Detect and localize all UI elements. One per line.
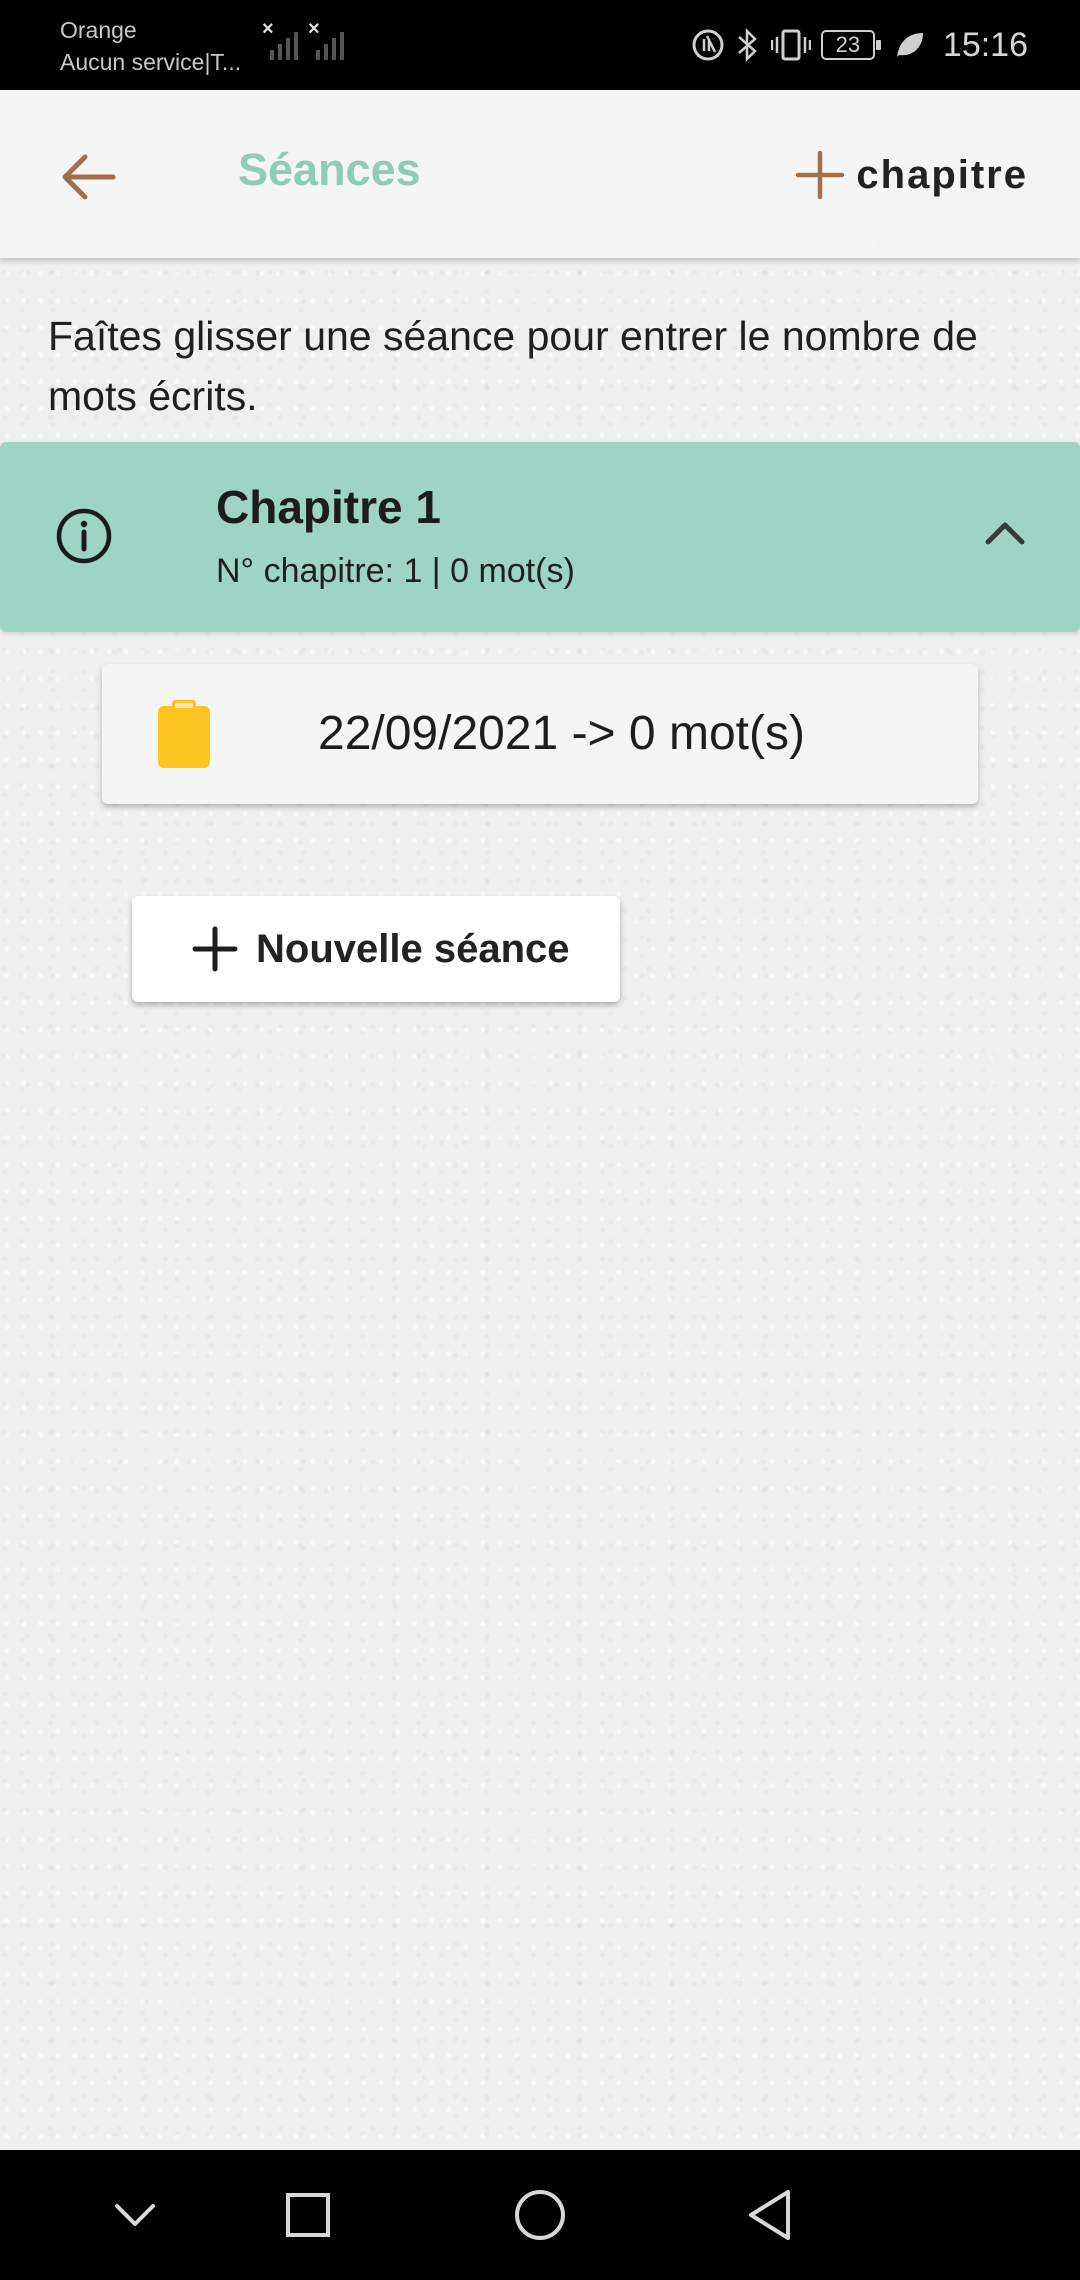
leaf-icon <box>896 33 923 57</box>
status-bar: Orange Aucun service|T... × × 23 15:16 <box>0 0 1080 90</box>
carrier-name: Orange <box>60 17 137 43</box>
new-session-button[interactable]: Nouvelle séance <box>132 896 620 1002</box>
session-card[interactable]: 22/09/2021 -> 0 mot(s) <box>102 664 978 804</box>
battery-icon: 23 <box>820 30 881 60</box>
chapter-title: Chapitre 1 <box>216 481 441 533</box>
clock: 15:16 <box>942 25 1028 64</box>
chevron-down-icon <box>115 2204 155 2226</box>
status-icons: 23 15:16 <box>691 22 1028 68</box>
chapter-meta: N° chapitre: 1 | 0 mot(s) <box>216 552 575 590</box>
page-title: Séances <box>238 144 421 195</box>
system-nav-bar <box>0 2150 1080 2280</box>
square-icon <box>286 2193 330 2237</box>
plus-icon <box>192 926 238 972</box>
back-button[interactable] <box>48 142 128 212</box>
app-content: Séances chapitre Faîtes glisser une séan… <box>0 90 1080 2150</box>
bluetooth-icon <box>738 27 757 63</box>
new-session-label: Nouvelle séance <box>256 926 570 971</box>
nav-home-button[interactable] <box>480 2150 600 2280</box>
nav-hide-button[interactable] <box>75 2150 195 2280</box>
vibrate-icon <box>770 29 811 61</box>
carrier-info: Orange Aucun service|T... <box>60 14 241 78</box>
top-app-bar: Séances chapitre <box>0 90 1080 258</box>
add-chapter-label: chapitre <box>856 152 1028 197</box>
screen: Orange Aucun service|T... × × 23 15:16 S… <box>0 0 1080 2280</box>
info-icon[interactable] <box>54 506 114 566</box>
clipboard-icon <box>158 700 210 768</box>
add-chapter-button[interactable]: chapitre <box>796 140 1028 210</box>
chapter-header[interactable]: Chapitre 1 N° chapitre: 1 | 0 mot(s) <box>0 442 1080 632</box>
nav-back-button[interactable] <box>710 2150 830 2280</box>
session-label: 22/09/2021 -> 0 mot(s) <box>318 707 805 760</box>
plus-icon <box>796 151 845 199</box>
chevron-up-icon[interactable] <box>980 512 1030 552</box>
circle-icon <box>515 2190 565 2240</box>
carrier-status: Aucun service|T... <box>60 49 242 75</box>
instruction-text: Faîtes glisser une séance pour entrer le… <box>48 313 978 419</box>
triangle-back-icon <box>749 2190 790 2240</box>
data-saver-icon <box>692 29 724 61</box>
nav-recents-button[interactable] <box>248 2150 368 2280</box>
arrow-left-icon <box>62 154 116 200</box>
